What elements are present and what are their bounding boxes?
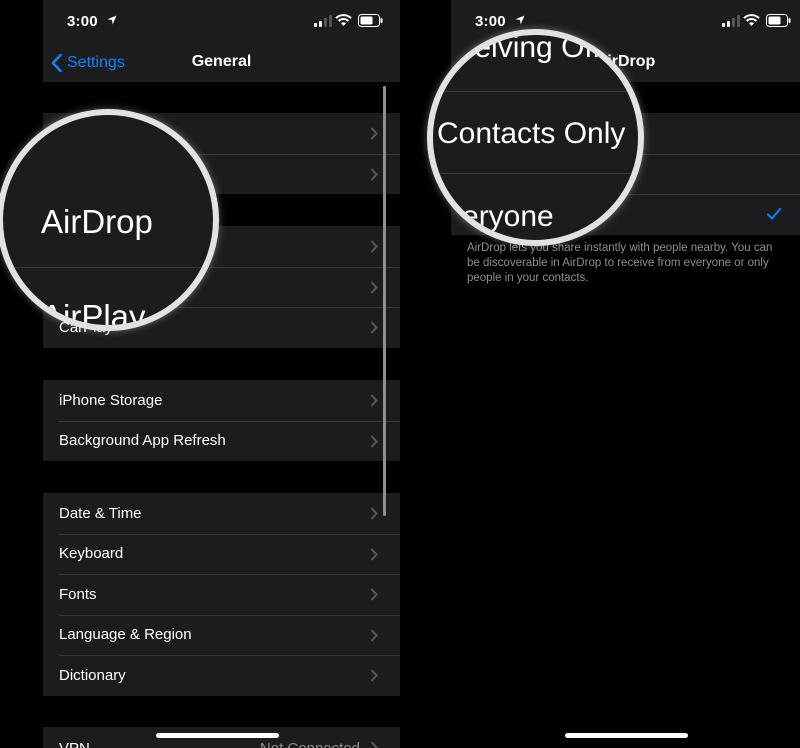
- row-label: Language & Region: [59, 626, 192, 644]
- row-label: iPhone Storage: [59, 391, 163, 409]
- settings-group-4: Date & Time Keyboard Fonts Language & Re…: [43, 493, 400, 696]
- location-arrow-icon: [107, 15, 117, 25]
- chevron-right-icon: [370, 669, 378, 682]
- chevron-right-icon: [370, 394, 378, 407]
- row-label: Dictionary: [59, 666, 126, 684]
- chevron-right-icon: [370, 547, 378, 561]
- chevron-right-icon: [370, 280, 378, 294]
- magnified-airdrop-label: AirDrop: [41, 203, 153, 240]
- cellular-signal-icon: [314, 15, 332, 27]
- row-label: Keyboard: [59, 545, 124, 563]
- checkmark-icon: [767, 208, 781, 220]
- settings-row-date-time[interactable]: Date & Time: [43, 493, 400, 534]
- page-title: General: [191, 53, 252, 70]
- battery-icon: [766, 14, 791, 27]
- settings-row-dictionary[interactable]: Dictionary: [43, 655, 400, 696]
- chevron-right-icon: [370, 628, 378, 642]
- location-arrow-icon: [515, 15, 525, 25]
- settings-row-keyboard[interactable]: Keyboard: [43, 533, 400, 575]
- settings-row-iphone-storage[interactable]: iPhone Storage: [43, 380, 400, 421]
- wifi-icon: [743, 14, 760, 26]
- magnifier-airdrop: AirDrop AirPlay: [0, 109, 219, 331]
- chevron-right-icon: [370, 167, 378, 181]
- status-time: 3:00: [67, 13, 98, 30]
- settings-row-fonts[interactable]: Fonts: [43, 574, 400, 615]
- chevron-right-icon: [370, 741, 378, 748]
- wifi-icon: [335, 14, 352, 26]
- vpn-status: Not Connected: [260, 740, 360, 748]
- row-label: VPN: [59, 740, 90, 748]
- chevron-right-icon: [370, 127, 378, 140]
- magnified-receiving-off-label: Receiving Off: [427, 31, 601, 64]
- chevron-right-icon: [370, 321, 378, 334]
- settings-group-3: iPhone Storage Background App Refresh: [43, 380, 400, 461]
- status-time: 3:00: [475, 13, 506, 30]
- chevron-right-icon: [370, 588, 378, 601]
- row-label: Fonts: [59, 585, 97, 603]
- magnified-everyone-label: Everyone: [427, 200, 554, 233]
- settings-row-language-region[interactable]: Language & Region: [43, 614, 400, 656]
- magnifier-contacts-only: Receiving Off Contacts Only Everyone: [427, 29, 644, 246]
- battery-icon: [358, 14, 383, 27]
- cellular-signal-icon: [722, 15, 740, 27]
- chevron-right-icon: [370, 240, 378, 253]
- home-indicator[interactable]: [565, 733, 688, 738]
- chevron-right-icon: [370, 434, 378, 448]
- magnified-contacts-only-label: Contacts Only: [437, 117, 626, 150]
- home-indicator[interactable]: [156, 733, 279, 738]
- airdrop-footer-text: AirDrop lets you share instantly with pe…: [467, 242, 773, 284]
- navigation-bar: Settings General: [43, 44, 400, 82]
- status-bar: 3:00: [43, 0, 400, 44]
- chevron-right-icon: [370, 507, 378, 520]
- settings-row-background-app-refresh[interactable]: Background App Refresh: [43, 420, 400, 462]
- scrollbar[interactable]: [383, 86, 386, 516]
- row-label: Date & Time: [59, 504, 142, 522]
- row-label: Background App Refresh: [59, 432, 226, 450]
